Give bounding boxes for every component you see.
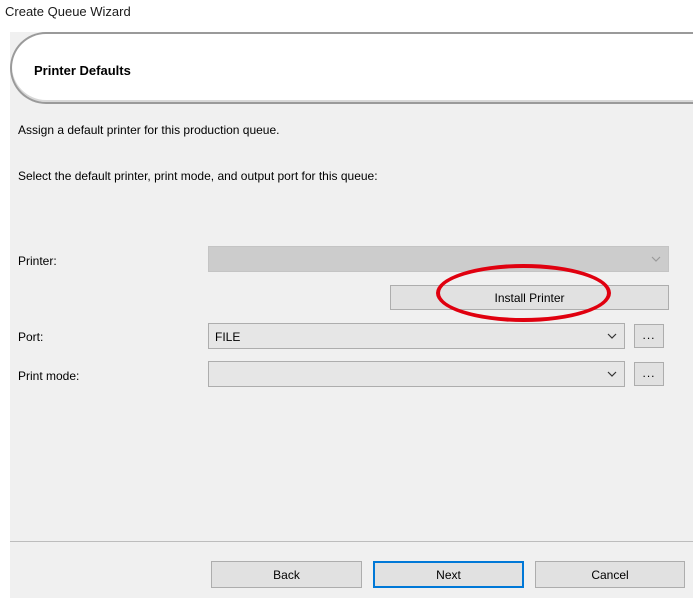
page-title: Printer Defaults [34, 63, 131, 78]
printer-dropdown [208, 246, 669, 272]
footer-divider [10, 541, 693, 542]
print-mode-label: Print mode: [18, 369, 80, 383]
printer-label: Printer: [18, 254, 57, 268]
print-mode-browse-label: ... [642, 366, 656, 380]
window-title: Create Queue Wizard [5, 4, 131, 19]
description-line-2: Select the default printer, print mode, … [18, 169, 378, 183]
chevron-down-icon [607, 333, 617, 339]
wizard-dialog: Printer Defaults Assign a default printe… [10, 32, 693, 598]
cancel-label: Cancel [591, 568, 629, 582]
install-printer-button[interactable]: Install Printer [390, 285, 669, 310]
port-browse-label: ... [642, 328, 656, 342]
back-label: Back [273, 568, 300, 582]
print-mode-browse-button[interactable]: ... [634, 362, 664, 386]
header-panel: Printer Defaults [10, 32, 693, 104]
print-mode-dropdown[interactable] [208, 361, 625, 387]
chevron-down-icon [651, 256, 661, 262]
description-line-1: Assign a default printer for this produc… [18, 123, 280, 137]
port-browse-button[interactable]: ... [634, 324, 664, 348]
cancel-button[interactable]: Cancel [535, 561, 685, 588]
back-button[interactable]: Back [211, 561, 362, 588]
next-button[interactable]: Next [373, 561, 524, 588]
install-printer-label: Install Printer [494, 291, 565, 305]
chevron-down-icon [607, 371, 617, 377]
port-dropdown[interactable]: FILE [208, 323, 625, 349]
next-label: Next [436, 568, 461, 582]
port-label: Port: [18, 330, 44, 344]
port-value: FILE [215, 330, 241, 344]
